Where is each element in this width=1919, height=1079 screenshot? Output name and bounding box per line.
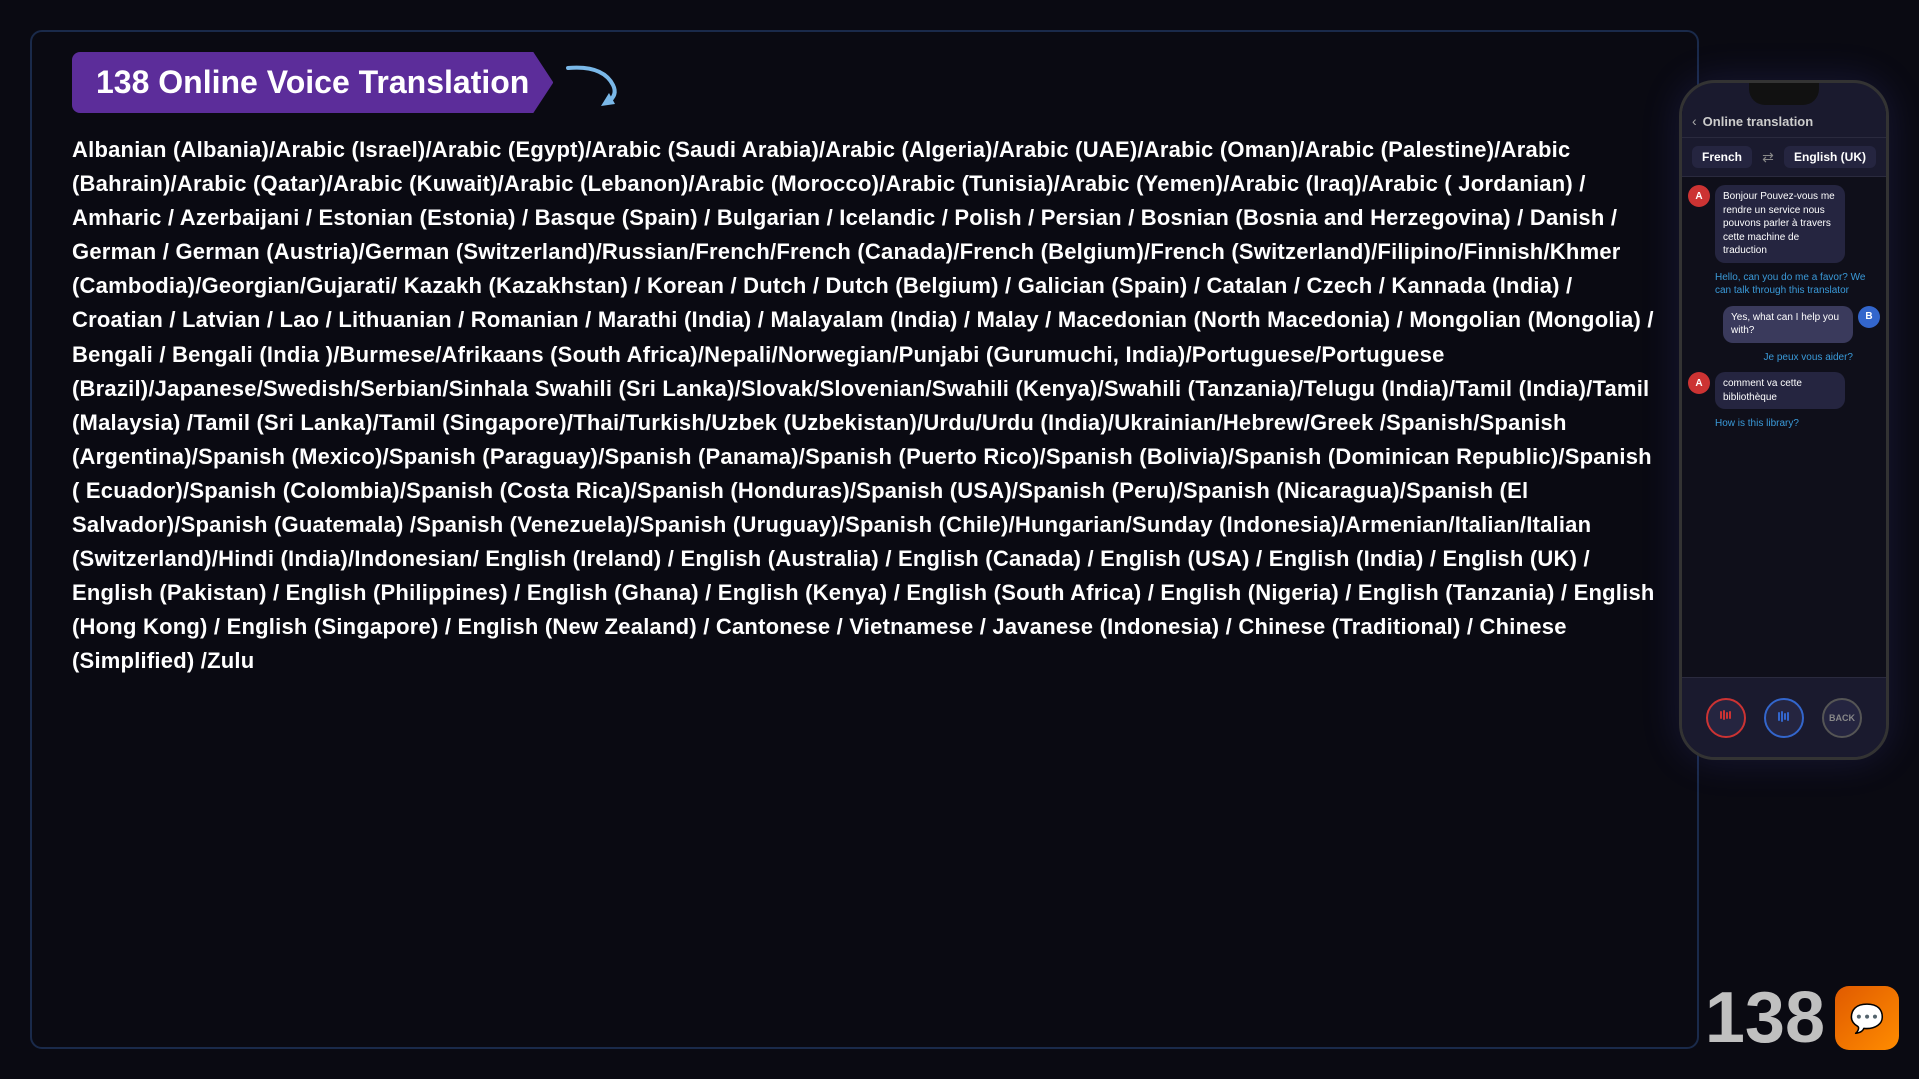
- language-selector: French ⇄ English (UK): [1682, 138, 1886, 177]
- avatar-a-1: A: [1688, 185, 1710, 207]
- chat-icon: 💬: [1850, 1002, 1885, 1035]
- phone-body: ‹ Online translation French ⇄ English (U…: [1679, 80, 1889, 760]
- phone-notch: [1749, 83, 1819, 105]
- brand-number: 138: [1705, 977, 1825, 1059]
- message-text-2: Yes, what can I help you with?: [1731, 312, 1839, 337]
- main-container: 138 Online Voice Translation Albanian (A…: [30, 30, 1699, 1049]
- message-row-3: A comment va cette bibliothèque: [1688, 372, 1880, 409]
- message-text-1: Bonjour Pouvez-vous me rendre un service…: [1723, 191, 1835, 256]
- message-row-1: A Bonjour Pouvez-vous me rendre un servi…: [1688, 185, 1880, 263]
- phone-screen: ‹ Online translation French ⇄ English (U…: [1682, 105, 1886, 677]
- mic-b-button[interactable]: [1764, 698, 1804, 738]
- translation-text-1: Hello, can you do me a favor? We can tal…: [1715, 271, 1880, 298]
- branding: 138 💬: [1705, 977, 1899, 1059]
- chat-area: A Bonjour Pouvez-vous me rendre un servi…: [1682, 177, 1886, 439]
- message-bubble-3: comment va cette bibliothèque: [1715, 372, 1845, 409]
- translation-text-3: How is this library?: [1715, 417, 1880, 431]
- source-language-button[interactable]: French: [1692, 146, 1752, 168]
- message-row-2: B Yes, what can I help you with?: [1688, 306, 1880, 343]
- avatar-a-3: A: [1688, 372, 1710, 394]
- back-button[interactable]: BACK: [1822, 698, 1862, 738]
- avatar-b-2: B: [1858, 306, 1880, 328]
- title-banner: 138 Online Voice Translation: [72, 52, 553, 113]
- message-text-3: comment va cette bibliothèque: [1723, 378, 1802, 403]
- languages-list: Albanian (Albania)/Arabic (Israel)/Arabi…: [72, 133, 1657, 679]
- brand-icon: 💬: [1835, 986, 1899, 1050]
- phone-header-title: Online translation: [1703, 114, 1814, 129]
- translation-text-2: Je peux vous aider?: [1688, 351, 1853, 365]
- title-box: 138 Online Voice Translation: [72, 52, 553, 113]
- target-language-button[interactable]: English (UK): [1784, 146, 1876, 168]
- arrow-decoration: [563, 60, 633, 110]
- message-bubble-2: Yes, what can I help you with?: [1723, 306, 1853, 343]
- back-chevron-icon[interactable]: ‹: [1692, 113, 1697, 129]
- phone-mockup: ‹ Online translation French ⇄ English (U…: [1679, 80, 1889, 760]
- phone-bottom-controls: BACK: [1682, 677, 1886, 757]
- swap-languages-icon[interactable]: ⇄: [1762, 149, 1774, 166]
- page-title: 138 Online Voice Translation: [96, 64, 529, 100]
- phone-header: ‹ Online translation: [1682, 105, 1886, 138]
- mic-a-button[interactable]: [1706, 698, 1746, 738]
- message-bubble-1: Bonjour Pouvez-vous me rendre un service…: [1715, 185, 1845, 263]
